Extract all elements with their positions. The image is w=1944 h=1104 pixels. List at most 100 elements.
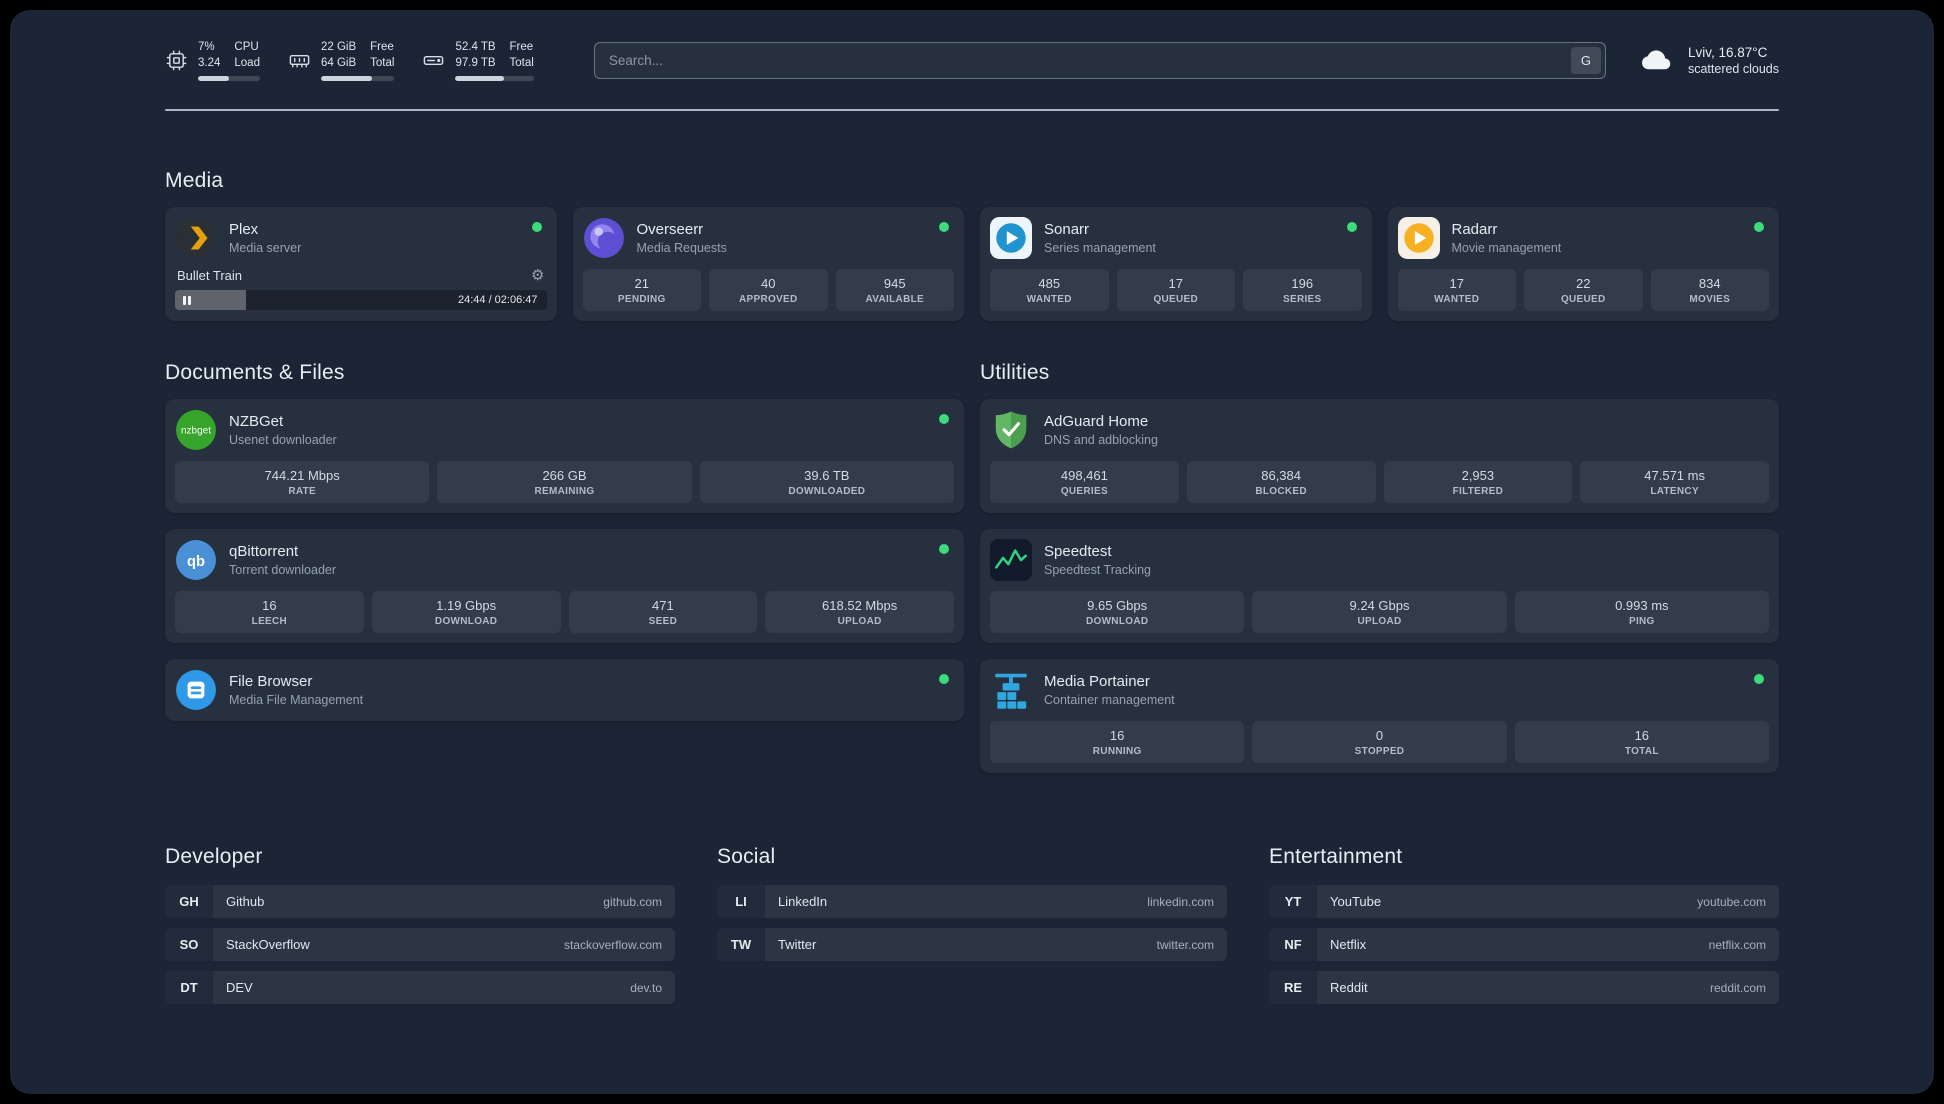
status-dot xyxy=(939,414,949,425)
stat-box: 21 PENDING xyxy=(582,269,701,312)
service-card-portainer[interactable]: Media Portainer Container management 16 … xyxy=(980,659,1779,774)
bookmark-reddit[interactable]: RE Reddit reddit.com xyxy=(1269,971,1779,1005)
nzbget-icon: nzbget xyxy=(175,409,217,451)
service-subtitle: Speedtest Tracking xyxy=(1044,563,1152,578)
service-title: Speedtest xyxy=(1044,543,1112,561)
disk-total-value: 97.9 TB xyxy=(455,56,496,69)
cpu-load-value: 3.24 xyxy=(198,56,221,69)
stat-label: APPROVED xyxy=(738,294,798,306)
service-card-filebrowser[interactable]: File Browser Media File Management xyxy=(165,659,964,722)
documents-section: Documents & Files nzbget NZBGet Usenet d… xyxy=(165,361,964,773)
settings-gear-icon[interactable]: ⚙ xyxy=(531,268,544,283)
stat-label: QUERIES xyxy=(1060,486,1108,498)
search-provider-button[interactable]: G xyxy=(1570,47,1601,75)
stat-box: 498,461 QUERIES xyxy=(990,461,1179,504)
service-card-qbittorrent[interactable]: qb qBittorrent Torrent downloader 16 LEE… xyxy=(165,529,964,644)
stat-value: 21 xyxy=(634,276,649,292)
service-card-sonarr[interactable]: Sonarr Series management 485 WANTED 17 Q… xyxy=(980,207,1372,322)
disk-free-value: 52.4 TB xyxy=(455,41,496,53)
qbittorrent-icon: qb xyxy=(175,539,217,581)
service-title: qBittorrent xyxy=(229,543,299,561)
stat-label: LEECH xyxy=(251,616,288,628)
radarr-icon xyxy=(1397,217,1440,260)
bookmark-abbr: NF xyxy=(1269,928,1317,961)
stat-value: 266 GB xyxy=(542,468,587,484)
disk-usage-bar xyxy=(455,76,534,82)
stat-label: DOWNLOAD xyxy=(434,616,498,628)
service-card-overseerr[interactable]: Overseerr Media Requests 21 PENDING 40 A… xyxy=(572,207,964,322)
stat-box: 2,953 FILTERED xyxy=(1383,461,1573,504)
media-section: Media Plex Media server Bullet Train ⚙ 2… xyxy=(165,169,1779,322)
top-bar: 7% 3.24 CPU Load 22 GiB 64 GiB Free Tota… xyxy=(165,40,1779,82)
stat-label: STOPPED xyxy=(1354,746,1405,758)
bookmark-stackoverflow[interactable]: SO StackOverflow stackoverflow.com xyxy=(165,928,675,962)
bookmark-netflix[interactable]: NF Netflix netflix.com xyxy=(1269,928,1779,962)
bookmark-abbr: LI xyxy=(717,885,765,918)
stat-label: FILTERED xyxy=(1452,486,1504,498)
stat-box: 1.19 Gbps DOWNLOAD xyxy=(371,591,561,634)
stat-label: MOVIES xyxy=(1689,294,1731,306)
service-card-plex[interactable]: Plex Media server Bullet Train ⚙ 24:44 / xyxy=(165,207,557,322)
player-time: 24:44 / 02:06:47 xyxy=(457,294,538,307)
stat-value: 16 xyxy=(1634,728,1650,744)
stat-box: 16 LEECH xyxy=(175,591,364,634)
section-title-utilities: Utilities xyxy=(980,361,1050,385)
stat-value: 16 xyxy=(262,598,277,614)
service-card-radarr[interactable]: Radarr Movie management 17 WANTED 22 QUE… xyxy=(1387,207,1779,322)
bookmark-youtube[interactable]: YT YouTube youtube.com xyxy=(1269,885,1779,919)
service-title: Plex xyxy=(229,221,259,239)
stat-box: 16 RUNNING xyxy=(990,721,1245,764)
pause-icon[interactable] xyxy=(183,290,191,310)
service-title: AdGuard Home xyxy=(1044,413,1149,431)
stat-label: QUEUED xyxy=(1560,294,1606,306)
service-title: Radarr xyxy=(1451,221,1498,239)
bookmark-twitter[interactable]: TW Twitter twitter.com xyxy=(717,928,1227,962)
stat-box: 9.65 Gbps DOWNLOAD xyxy=(990,591,1245,634)
weather-location: Lviv, 16.87°C xyxy=(1687,45,1768,61)
memory-free-value: 22 GiB xyxy=(320,41,357,53)
bookmark-name: Twitter xyxy=(778,937,817,953)
service-title: Overseerr xyxy=(636,221,704,239)
section-title-developer: Developer xyxy=(165,845,263,869)
search-input[interactable] xyxy=(593,42,1606,80)
bookmark-abbr: GH xyxy=(165,885,213,918)
bookmark-domain: github.com xyxy=(603,894,662,909)
service-subtitle: Movie management xyxy=(1451,241,1562,256)
player-progress-bar[interactable]: 24:44 / 02:06:47 xyxy=(175,290,547,311)
stat-box: 17 QUEUED xyxy=(1116,269,1235,312)
stat-box: 266 GB REMAINING xyxy=(437,461,692,504)
stat-label: BLOCKED xyxy=(1255,486,1307,498)
memory-total-value: 64 GiB xyxy=(320,56,357,69)
memory-icon xyxy=(288,49,311,72)
stat-label: RUNNING xyxy=(1092,746,1142,758)
bookmark-github[interactable]: GH Github github.com xyxy=(165,885,675,919)
stat-box: 485 WANTED xyxy=(990,269,1109,312)
stat-box: 0 STOPPED xyxy=(1252,721,1507,764)
bookmark-domain: dev.to xyxy=(630,980,662,995)
service-card-nzbget[interactable]: nzbget NZBGet Usenet downloader 744.21 M… xyxy=(165,399,964,514)
service-subtitle: Container management xyxy=(1044,693,1175,708)
developer-section: Developer GH Github github.com SO StackO… xyxy=(165,845,675,1005)
dashboard-content: 7% 3.24 CPU Load 22 GiB 64 GiB Free Tota… xyxy=(10,10,1934,1094)
stat-box: 945 AVAILABLE xyxy=(835,269,954,312)
cpu-usage-bar xyxy=(198,76,260,82)
bookmark-linkedin[interactable]: LI LinkedIn linkedin.com xyxy=(717,885,1227,919)
stat-value: 9.24 Gbps xyxy=(1349,598,1410,614)
bookmark-domain: youtube.com xyxy=(1697,894,1766,909)
bookmark-name: DEV xyxy=(226,980,253,996)
service-card-speedtest[interactable]: Speedtest Speedtest Tracking 9.65 Gbps D… xyxy=(980,529,1779,644)
section-title-media: Media xyxy=(165,169,224,193)
bookmark-abbr: RE xyxy=(1269,971,1317,1004)
memory-total-label: Total xyxy=(370,56,395,69)
service-card-adguard[interactable]: AdGuard Home DNS and adblocking 498,461 … xyxy=(980,399,1779,514)
social-section: Social LI LinkedIn linkedin.com TW Twitt… xyxy=(717,845,1227,1004)
stat-value: 196 xyxy=(1291,276,1314,292)
stat-box: 86,384 BLOCKED xyxy=(1186,461,1376,504)
service-subtitle: Torrent downloader xyxy=(229,563,337,578)
stat-value: 16 xyxy=(1109,728,1125,744)
stat-value: 618.52 Mbps xyxy=(822,598,898,614)
section-title-entertainment: Entertainment xyxy=(1269,845,1403,869)
service-title: NZBGet xyxy=(229,413,284,431)
bookmark-abbr: SO xyxy=(165,928,213,961)
bookmark-dev[interactable]: DT DEV dev.to xyxy=(165,971,675,1005)
